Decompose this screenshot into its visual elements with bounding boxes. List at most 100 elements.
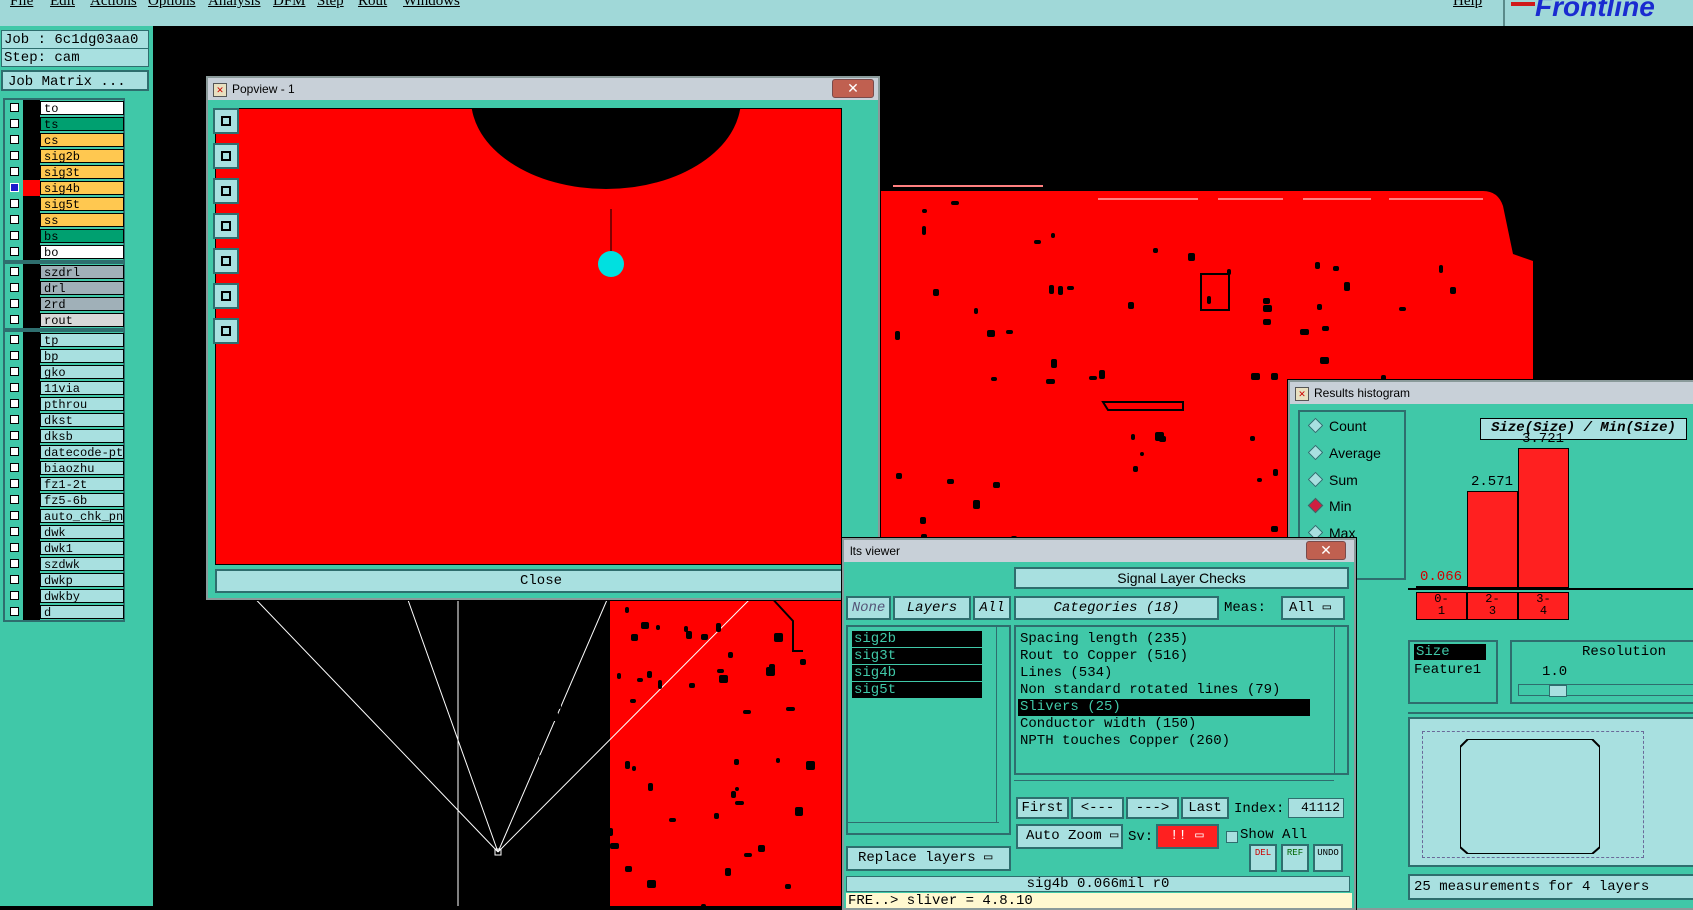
layer-display-swatch[interactable] bbox=[23, 228, 40, 244]
layer-display-swatch[interactable] bbox=[23, 412, 40, 428]
zoom-out-icon[interactable] bbox=[213, 318, 239, 344]
menu-rout[interactable]: Rout bbox=[358, 0, 387, 10]
layer-checkbox[interactable] bbox=[10, 135, 19, 144]
layer-checkbox[interactable] bbox=[10, 591, 19, 600]
layer-checkbox[interactable] bbox=[10, 351, 19, 360]
layer-display-swatch[interactable] bbox=[23, 244, 40, 260]
layer-display-swatch[interactable] bbox=[23, 364, 40, 380]
x-list-item-feature1[interactable]: Feature1 bbox=[1414, 662, 1481, 678]
pan-up-icon[interactable] bbox=[213, 143, 239, 169]
layer-checkbox[interactable] bbox=[10, 247, 19, 256]
layer-row[interactable]: 2rd bbox=[5, 296, 124, 312]
layer-checkbox[interactable] bbox=[10, 383, 19, 392]
radio-sum[interactable]: Sum bbox=[1307, 471, 1358, 488]
categories-list[interactable]: Spacing length (235) Rout to Copper (516)… bbox=[1014, 625, 1349, 775]
pan-down-icon[interactable] bbox=[213, 178, 239, 204]
layer-display-swatch[interactable] bbox=[23, 572, 40, 588]
layer-name[interactable]: sig4b bbox=[40, 181, 124, 195]
x-axis-list[interactable]: Size Feature1 bbox=[1408, 640, 1498, 704]
layer-row[interactable]: gko bbox=[5, 364, 124, 380]
layers-list-scrollbar[interactable] bbox=[996, 627, 1009, 823]
layer-display-swatch[interactable] bbox=[23, 332, 40, 348]
layer-name[interactable]: dkst bbox=[40, 413, 124, 427]
zoom-fit-icon[interactable] bbox=[213, 108, 239, 134]
layer-name[interactable]: cs bbox=[40, 133, 124, 147]
layer-row[interactable]: drl bbox=[5, 280, 124, 296]
refresh-button[interactable]: REF bbox=[1281, 844, 1309, 872]
layer-row[interactable]: ss bbox=[5, 212, 124, 228]
layer-row[interactable]: szdrl bbox=[5, 264, 124, 280]
pan-right-icon[interactable] bbox=[213, 248, 239, 274]
menu-windows[interactable]: Windows bbox=[403, 0, 460, 10]
prev-button[interactable]: <--- bbox=[1071, 797, 1124, 819]
layer-display-swatch[interactable] bbox=[23, 508, 40, 524]
radio-min[interactable]: Min bbox=[1307, 497, 1352, 514]
popview-close-icon[interactable]: ✕ bbox=[832, 79, 874, 98]
category-list-item[interactable]: Lines (534) bbox=[1020, 665, 1112, 682]
index-input[interactable]: 41112 bbox=[1288, 798, 1344, 818]
layer-checkbox[interactable] bbox=[10, 479, 19, 488]
layer-checkbox[interactable] bbox=[10, 151, 19, 160]
layer-display-swatch[interactable] bbox=[23, 280, 40, 296]
layer-checkbox[interactable] bbox=[10, 431, 19, 440]
layer-row[interactable]: 11via bbox=[5, 380, 124, 396]
pan-left-icon[interactable] bbox=[213, 213, 239, 239]
layer-name[interactable]: datecode-ptc bbox=[40, 445, 124, 459]
layer-row[interactable]: sig2b bbox=[5, 148, 124, 164]
menu-actions[interactable]: Actions bbox=[90, 0, 137, 10]
layer-row[interactable]: dksb bbox=[5, 428, 124, 444]
layer-row[interactable]: sig4b bbox=[5, 180, 124, 196]
x-list-item-size[interactable]: Size bbox=[1414, 644, 1486, 660]
menu-help[interactable]: Help bbox=[1453, 0, 1482, 10]
layer-checkbox[interactable] bbox=[10, 559, 19, 568]
layer-checkbox[interactable] bbox=[10, 183, 19, 192]
layer-list-item[interactable]: sig5t bbox=[852, 682, 982, 698]
layers-button[interactable]: Layers bbox=[893, 596, 971, 620]
layer-checkbox[interactable] bbox=[10, 415, 19, 424]
popview-canvas[interactable] bbox=[215, 108, 842, 565]
last-button[interactable]: Last bbox=[1181, 797, 1229, 819]
layer-display-swatch[interactable] bbox=[23, 524, 40, 540]
layer-checkbox[interactable] bbox=[10, 267, 19, 276]
layer-display-swatch[interactable] bbox=[23, 164, 40, 180]
layer-display-swatch[interactable] bbox=[23, 476, 40, 492]
layer-name[interactable]: gko bbox=[40, 365, 124, 379]
layers-list[interactable]: sig2b sig3t sig4b sig5t bbox=[846, 625, 1011, 835]
job-matrix-button[interactable]: Job Matrix ... bbox=[1, 70, 149, 91]
first-button[interactable]: First bbox=[1016, 797, 1069, 819]
show-all-checkbox[interactable] bbox=[1226, 831, 1238, 843]
menu-edit[interactable]: Edit bbox=[50, 0, 75, 10]
category-list-item[interactable]: Spacing length (235) bbox=[1020, 631, 1188, 648]
none-button[interactable]: None bbox=[846, 596, 891, 620]
layer-name[interactable]: auto_chk_pnl bbox=[40, 509, 124, 523]
layer-name[interactable]: ts bbox=[40, 117, 124, 131]
layer-row[interactable]: auto_chk_pnl bbox=[5, 508, 124, 524]
layer-row[interactable]: bp bbox=[5, 348, 124, 364]
layer-display-swatch[interactable] bbox=[23, 116, 40, 132]
category-list-item[interactable]: Conductor width (150) bbox=[1020, 716, 1196, 733]
layer-checkbox[interactable] bbox=[10, 315, 19, 324]
meas-select[interactable]: All ▭ bbox=[1281, 596, 1345, 620]
resolution-slider[interactable] bbox=[1518, 684, 1693, 697]
layer-name[interactable]: tp bbox=[40, 333, 124, 347]
layer-row[interactable]: to bbox=[5, 100, 124, 116]
layer-checkbox[interactable] bbox=[10, 335, 19, 344]
layer-row[interactable]: d bbox=[5, 604, 124, 620]
categories-hscrollbar[interactable] bbox=[1014, 780, 1334, 791]
layer-display-swatch[interactable] bbox=[23, 196, 40, 212]
radio-count[interactable]: Count bbox=[1307, 417, 1366, 434]
layer-row[interactable]: dwkp bbox=[5, 572, 124, 588]
menu-options[interactable]: Options bbox=[148, 0, 196, 10]
layer-name[interactable]: 11via bbox=[40, 381, 124, 395]
layer-name[interactable]: szdwk bbox=[40, 557, 124, 571]
layer-row[interactable]: fz5-6b bbox=[5, 492, 124, 508]
layer-name[interactable]: bp bbox=[40, 349, 124, 363]
layer-row[interactable]: rout bbox=[5, 312, 124, 328]
layer-checkbox[interactable] bbox=[10, 511, 19, 520]
layer-name[interactable]: sig3t bbox=[40, 165, 124, 179]
category-list-item[interactable]: Slivers (25) bbox=[1018, 699, 1310, 716]
layer-name[interactable]: fz1-2t bbox=[40, 477, 124, 491]
layer-display-swatch[interactable] bbox=[23, 396, 40, 412]
layer-display-swatch[interactable] bbox=[23, 312, 40, 328]
layer-name[interactable]: bs bbox=[40, 229, 124, 243]
